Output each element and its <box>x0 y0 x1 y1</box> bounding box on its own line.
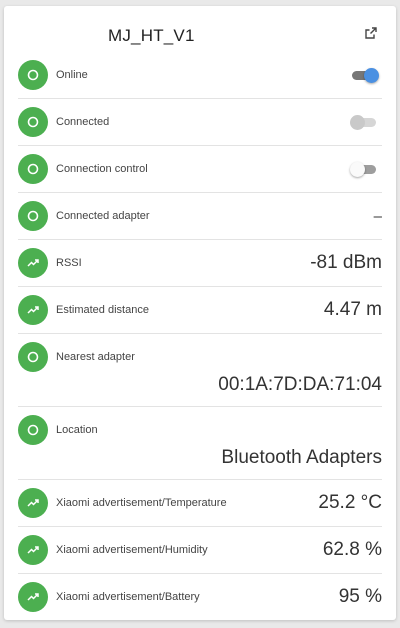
row-label: RSSI <box>56 257 82 269</box>
row-label: Connected <box>56 116 110 128</box>
row-label: Location <box>56 424 98 436</box>
online-toggle[interactable] <box>350 66 379 84</box>
toggle-thumb <box>350 162 365 177</box>
card-title: MJ_HT_V1 <box>108 26 195 45</box>
row-nearest-adapter: Nearest adapter 00:1A:7D:DA:71:04 <box>18 334 382 407</box>
row-connected-adapter: Connected adapter – <box>18 193 382 240</box>
toggle-thumb <box>350 115 365 130</box>
row-temperature: Xiaomi advertisement/Temperature 25.2 °C <box>18 480 382 527</box>
row-label: Nearest adapter <box>56 351 135 363</box>
open-external-icon[interactable] <box>364 26 378 40</box>
trending-up-icon <box>18 582 48 612</box>
row-label: Online <box>56 69 88 81</box>
row-online: Online <box>18 52 382 99</box>
toggle-thumb <box>364 68 379 83</box>
circle-outline-icon <box>18 154 48 184</box>
connected-adapter-value: – <box>373 207 382 225</box>
connection-control-toggle[interactable] <box>350 160 378 178</box>
row-label: Xiaomi advertisement/Temperature <box>56 497 227 509</box>
circle-outline-icon <box>18 201 48 231</box>
row-battery: Xiaomi advertisement/Battery 95 % <box>18 574 382 620</box>
trending-up-icon <box>18 488 48 518</box>
temperature-value: 25.2 °C <box>318 492 382 513</box>
connected-toggle <box>350 113 378 131</box>
row-estimated-distance: Estimated distance 4.47 m <box>18 287 382 334</box>
row-connected: Connected <box>18 99 382 146</box>
trending-up-icon <box>18 295 48 325</box>
battery-value: 95 % <box>338 586 382 607</box>
rssi-value: -81 dBm <box>310 252 382 273</box>
entity-rows: Online Connected Connection control Conn… <box>18 52 382 620</box>
humidity-value: 62.8 % <box>322 539 382 560</box>
row-connection-control: Connection control <box>18 146 382 193</box>
row-label: Xiaomi advertisement/Humidity <box>56 544 208 556</box>
circle-outline-icon <box>18 60 48 90</box>
estimated-distance-value: 4.47 m <box>323 299 382 320</box>
row-label: Estimated distance <box>56 304 149 316</box>
trending-up-icon <box>18 535 48 565</box>
trending-up-icon <box>18 248 48 278</box>
row-location: Location Bluetooth Adapters <box>18 407 382 480</box>
circle-outline-icon <box>18 107 48 137</box>
row-label: Connected adapter <box>56 210 150 222</box>
card-header: MJ_HT_V1 <box>4 6 396 58</box>
circle-outline-icon <box>18 342 48 372</box>
row-rssi: RSSI -81 dBm <box>18 240 382 287</box>
row-label: Connection control <box>56 163 148 175</box>
circle-outline-icon <box>18 415 48 445</box>
row-humidity: Xiaomi advertisement/Humidity 62.8 % <box>18 527 382 574</box>
row-label: Xiaomi advertisement/Battery <box>56 591 200 603</box>
entity-card: MJ_HT_V1 Online Connected Connection con… <box>4 6 396 620</box>
